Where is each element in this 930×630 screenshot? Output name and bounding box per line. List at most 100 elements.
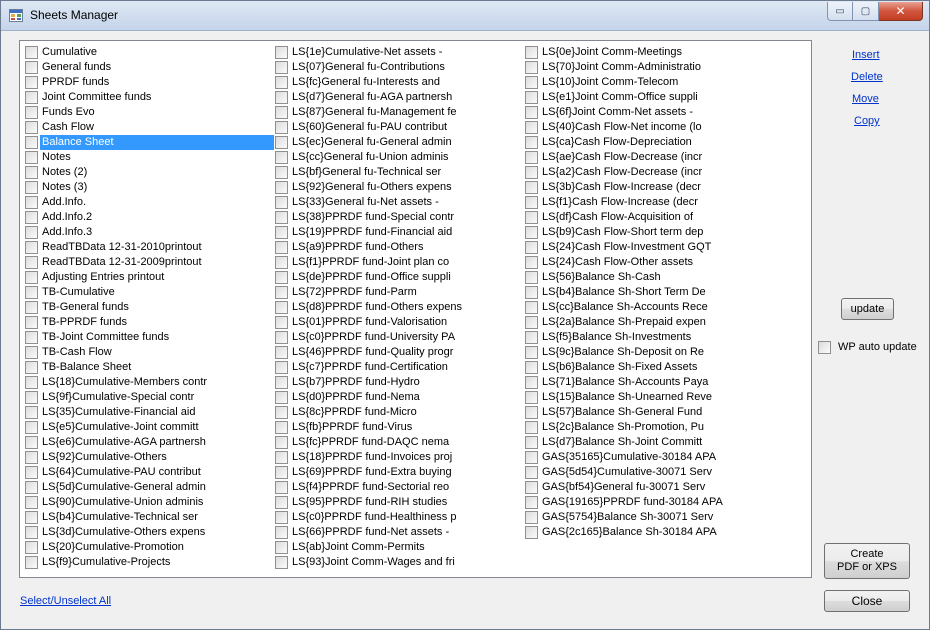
sheet-item[interactable]: LS{0e}Joint Comm-Meetings <box>524 45 774 60</box>
close-button[interactable]: Close <box>824 590 910 612</box>
wp-auto-update-box[interactable] <box>818 341 831 354</box>
sheet-checkbox[interactable] <box>525 301 538 314</box>
sheet-item[interactable]: LS{90}Cumulative-Union adminis <box>24 495 274 510</box>
sheet-item[interactable]: LS{57}Balance Sh-General Fund <box>524 405 774 420</box>
sheet-item[interactable]: LS{72}PPRDF fund-Parm <box>274 285 524 300</box>
sheet-item[interactable]: LS{b7}PPRDF fund-Hydro <box>274 375 524 390</box>
sheet-item[interactable]: LS{5d}Cumulative-General admin <box>24 480 274 495</box>
sheet-checkbox[interactable] <box>525 481 538 494</box>
sheet-checkbox[interactable] <box>275 91 288 104</box>
sheet-item[interactable]: LS{18}Cumulative-Members contr <box>24 375 274 390</box>
sheet-checkbox[interactable] <box>525 91 538 104</box>
move-link[interactable]: Move <box>852 93 879 105</box>
sheet-checkbox[interactable] <box>275 106 288 119</box>
sheet-checkbox[interactable] <box>275 346 288 359</box>
sheet-item[interactable]: LS{24}Cash Flow-Other assets <box>524 255 774 270</box>
sheet-item[interactable]: LS{d7}Balance Sh-Joint Committ <box>524 435 774 450</box>
sheet-checkbox[interactable] <box>525 166 538 179</box>
sheet-item[interactable]: LS{9c}Balance Sh-Deposit on Re <box>524 345 774 360</box>
sheet-item[interactable]: LS{f4}PPRDF fund-Sectorial reo <box>274 480 524 495</box>
sheet-item[interactable]: LS{ec}General fu-General admin <box>274 135 524 150</box>
sheet-checkbox[interactable] <box>275 481 288 494</box>
sheet-checkbox[interactable] <box>25 346 38 359</box>
sheet-checkbox[interactable] <box>25 61 38 74</box>
sheet-item[interactable]: LS{69}PPRDF fund-Extra buying <box>274 465 524 480</box>
sheet-item[interactable]: LS{f9}Cumulative-Projects <box>24 555 274 570</box>
sheet-item[interactable]: LS{92}Cumulative-Others <box>24 450 274 465</box>
sheet-item[interactable]: LS{87}General fu-Management fe <box>274 105 524 120</box>
sheet-checkbox[interactable] <box>25 181 38 194</box>
sheet-item[interactable]: LS{ab}Joint Comm-Permits <box>274 540 524 555</box>
sheet-item[interactable]: LS{56}Balance Sh-Cash <box>524 270 774 285</box>
sheet-checkbox[interactable] <box>525 241 538 254</box>
sheet-item[interactable]: Add.Info.3 <box>24 225 274 240</box>
sheet-item[interactable]: LS{c0}PPRDF fund-Healthiness p <box>274 510 524 525</box>
sheet-checkbox[interactable] <box>25 466 38 479</box>
sheet-checkbox[interactable] <box>525 121 538 134</box>
sheet-checkbox[interactable] <box>525 151 538 164</box>
sheet-item[interactable]: LS{cc}Balance Sh-Accounts Rece <box>524 300 774 315</box>
sheet-checkbox[interactable] <box>275 151 288 164</box>
sheet-item[interactable]: LS{f5}Balance Sh-Investments <box>524 330 774 345</box>
sheet-item[interactable]: TB-Joint Committee funds <box>24 330 274 345</box>
sheet-checkbox[interactable] <box>525 406 538 419</box>
sheet-item[interactable]: Balance Sheet <box>24 135 274 150</box>
sheet-item[interactable]: GAS{35165}Cumulative-30184 APA <box>524 450 774 465</box>
sheet-checkbox[interactable] <box>275 511 288 524</box>
sheet-checkbox[interactable] <box>525 106 538 119</box>
sheet-checkbox[interactable] <box>525 136 538 149</box>
sheet-item[interactable]: Notes (2) <box>24 165 274 180</box>
sheet-item[interactable]: GAS{2c165}Balance Sh-30184 APA <box>524 525 774 540</box>
sheet-item[interactable]: LS{d0}PPRDF fund-Nema <box>274 390 524 405</box>
sheet-item[interactable]: LS{de}PPRDF fund-Office suppli <box>274 270 524 285</box>
sheet-checkbox[interactable] <box>525 361 538 374</box>
sheet-checkbox[interactable] <box>25 361 38 374</box>
sheet-item[interactable]: LS{b9}Cash Flow-Short term dep <box>524 225 774 240</box>
sheet-checkbox[interactable] <box>25 271 38 284</box>
sheet-checkbox[interactable] <box>525 46 538 59</box>
sheet-checkbox[interactable] <box>25 46 38 59</box>
sheet-checkbox[interactable] <box>275 136 288 149</box>
sheet-item[interactable]: LS{64}Cumulative-PAU contribut <box>24 465 274 480</box>
sheet-item[interactable]: LS{9f}Cumulative-Special contr <box>24 390 274 405</box>
sheet-checkbox[interactable] <box>25 496 38 509</box>
sheet-checkbox[interactable] <box>275 496 288 509</box>
sheet-item[interactable]: LS{c0}PPRDF fund-University PA <box>274 330 524 345</box>
maximize-button[interactable]: ▢ <box>853 2 879 21</box>
sheet-item[interactable]: LS{8c}PPRDF fund-Micro <box>274 405 524 420</box>
sheet-checkbox[interactable] <box>25 166 38 179</box>
sheet-item[interactable]: LS{93}Joint Comm-Wages and fri <box>274 555 524 570</box>
create-pdf-button[interactable]: Create PDF or XPS <box>824 543 910 579</box>
sheet-item[interactable]: GAS{19165}PPRDF fund-30184 APA <box>524 495 774 510</box>
sheet-item[interactable]: LS{95}PPRDF fund-RIH studies <box>274 495 524 510</box>
close-window-button[interactable]: ✕ <box>879 2 923 21</box>
sheet-checkbox[interactable] <box>275 361 288 374</box>
sheet-checkbox[interactable] <box>275 451 288 464</box>
sheet-item[interactable]: TB-Cash Flow <box>24 345 274 360</box>
sheet-item[interactable]: LS{35}Cumulative-Financial aid <box>24 405 274 420</box>
sheet-item[interactable]: Cash Flow <box>24 120 274 135</box>
sheet-item[interactable]: LS{ca}Cash Flow-Depreciation <box>524 135 774 150</box>
sheet-checkbox[interactable] <box>525 526 538 539</box>
sheet-checkbox[interactable] <box>275 421 288 434</box>
sheet-checkbox[interactable] <box>275 46 288 59</box>
sheet-checkbox[interactable] <box>25 406 38 419</box>
sheet-checkbox[interactable] <box>275 436 288 449</box>
sheet-checkbox[interactable] <box>25 421 38 434</box>
sheet-item[interactable]: LS{b6}Balance Sh-Fixed Assets <box>524 360 774 375</box>
sheet-item[interactable]: LS{3d}Cumulative-Others expens <box>24 525 274 540</box>
sheet-checkbox[interactable] <box>525 466 538 479</box>
sheet-checkbox[interactable] <box>25 391 38 404</box>
sheet-item[interactable]: LS{ae}Cash Flow-Decrease (incr <box>524 150 774 165</box>
sheet-checkbox[interactable] <box>525 211 538 224</box>
sheet-item[interactable]: LS{d8}PPRDF fund-Others expens <box>274 300 524 315</box>
sheet-item[interactable]: GAS{5754}Balance Sh-30071 Serv <box>524 510 774 525</box>
sheet-item[interactable]: LS{40}Cash Flow-Net income (lo <box>524 120 774 135</box>
sheet-checkbox[interactable] <box>275 226 288 239</box>
sheet-checkbox[interactable] <box>275 376 288 389</box>
sheet-item[interactable]: ReadTBData 12-31-2010printout <box>24 240 274 255</box>
sheet-checkbox[interactable] <box>525 271 538 284</box>
sheet-checkbox[interactable] <box>525 421 538 434</box>
sheet-item[interactable]: LS{6f}Joint Comm-Net assets - <box>524 105 774 120</box>
sheet-checkbox[interactable] <box>275 61 288 74</box>
